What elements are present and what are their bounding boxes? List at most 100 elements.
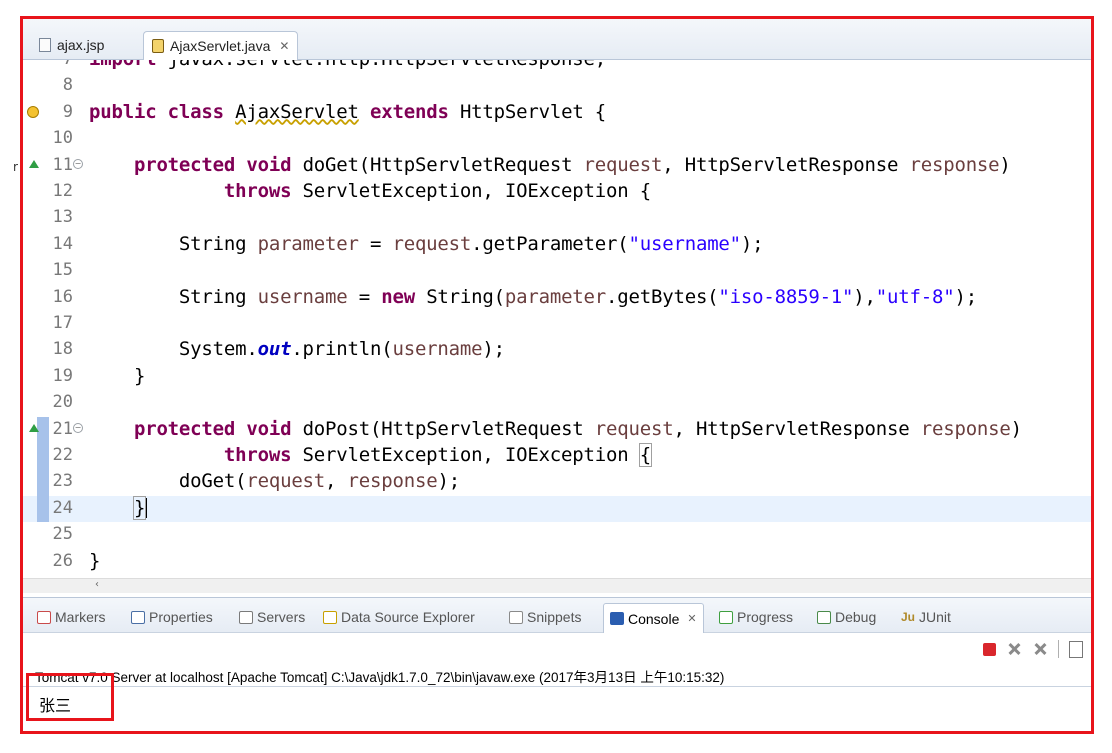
line-gutter: 12 xyxy=(23,179,87,205)
view-tab-label: JUnit xyxy=(919,609,951,625)
horizontal-scrollbar[interactable]: ‹ xyxy=(23,578,1091,593)
line-gutter: 22 xyxy=(23,443,87,470)
view-tab-bar: Markers Properties Servers Data Source Expl… xyxy=(23,598,1091,633)
clear-console-icon[interactable] xyxy=(1069,640,1083,658)
properties-icon xyxy=(131,610,145,624)
code-editor[interactable]: 7 import javax.servlet.http.HttpServletRe… xyxy=(23,60,1091,578)
code-line[interactable]: 10 xyxy=(23,126,1091,152)
side-glyph: r xyxy=(13,160,18,174)
code-line[interactable]: 9 public class AjaxServlet extends HttpSe… xyxy=(23,100,1091,126)
code-line[interactable]: 21− protected void doPost(HttpServletReq… xyxy=(23,416,1091,443)
view-tab-label: Properties xyxy=(149,609,213,625)
line-number: 7 xyxy=(39,60,73,69)
line-number: 17 xyxy=(52,313,73,333)
markers-icon xyxy=(37,610,51,624)
code-line[interactable]: 7 import javax.servlet.http.HttpServletRe… xyxy=(23,60,1091,73)
snippets-icon xyxy=(509,610,523,624)
code-line[interactable]: 8 xyxy=(23,73,1091,99)
line-gutter: 9 xyxy=(23,100,87,126)
line-gutter: 19 xyxy=(23,364,87,390)
tab-snippets[interactable]: Snippets xyxy=(509,606,581,628)
line-gutter: 10 xyxy=(23,126,87,152)
tab-debug[interactable]: Debug xyxy=(817,606,876,628)
remove-launch-icon[interactable] xyxy=(1006,641,1022,657)
line-number: 23 xyxy=(52,471,73,492)
code-line[interactable]: 12 throws ServletException, IOException … xyxy=(23,179,1091,205)
code-line[interactable]: 17 xyxy=(23,311,1091,337)
code-text: public class AjaxServlet extends HttpSer… xyxy=(89,100,607,123)
bottom-panel: Markers Properties Servers Data Source Expl… xyxy=(23,597,1091,731)
toolbar-separator xyxy=(1058,640,1059,658)
code-line[interactable]: 26} xyxy=(23,549,1091,575)
line-number: 9 xyxy=(62,101,73,122)
view-tab-label: Console xyxy=(628,610,680,627)
code-text: import javax.servlet.http.HttpServletRes… xyxy=(89,60,606,70)
code-line[interactable]: 23 doGet(request, response); xyxy=(23,469,1091,496)
line-gutter: 26 xyxy=(23,549,87,575)
code-text: System.out.println(username); xyxy=(89,338,505,361)
code-line[interactable]: 16 String username = new String(paramete… xyxy=(23,285,1091,311)
tab-servers[interactable]: Servers xyxy=(239,606,305,628)
close-icon[interactable]: ✕ xyxy=(279,39,289,53)
code-line[interactable]: 22 throws ServletException, IOException … xyxy=(23,443,1091,470)
view-tab-label: Snippets xyxy=(527,609,582,625)
console-process-title: Tomcat v7.0 Server at localhost [Apache … xyxy=(35,670,725,685)
code-text: } xyxy=(89,549,101,572)
code-line[interactable]: 19 } xyxy=(23,364,1091,390)
tab-label: AjaxServlet.java xyxy=(170,38,271,54)
code-text: throws ServletException, IOException { xyxy=(223,180,651,202)
fold-icon[interactable]: − xyxy=(73,422,83,433)
tab-ajaxservlet-java[interactable]: AjaxServlet.java ✕ xyxy=(143,31,299,60)
fold-icon[interactable]: − xyxy=(73,158,83,169)
code-line[interactable]: 15 xyxy=(23,258,1091,284)
line-gutter: 15 xyxy=(23,258,87,284)
line-number: 21 xyxy=(52,418,73,439)
close-icon[interactable]: ✕ xyxy=(687,612,696,625)
view-tab-label: Progress xyxy=(737,609,794,625)
code-text: String username = new String(parameter.g… xyxy=(89,285,977,308)
code-text: } xyxy=(132,495,148,520)
code-text: throws ServletException, IOException { xyxy=(223,443,653,467)
code-line[interactable]: 13 xyxy=(23,205,1091,231)
line-number: 14 xyxy=(52,233,73,254)
line-gutter: 11− xyxy=(23,153,87,179)
line-number: 18 xyxy=(52,339,73,360)
terminate-icon[interactable] xyxy=(983,642,996,656)
line-number: 10 xyxy=(52,128,73,149)
line-gutter: 17 xyxy=(23,311,87,337)
code-line[interactable]: 11− protected void doGet(HttpServletRequ… xyxy=(23,153,1091,179)
code-line[interactable]: 25 xyxy=(23,522,1091,548)
line-gutter: 25 xyxy=(23,522,87,548)
tab-ajax-jsp[interactable]: ajax.jsp xyxy=(31,31,112,59)
code-line[interactable]: 14 String parameter = request.getParamet… xyxy=(23,232,1091,258)
tab-data-source-explorer[interactable]: Data Source Explorer xyxy=(323,606,475,628)
line-gutter: 24 xyxy=(23,495,87,523)
line-number: 22 xyxy=(52,445,73,465)
tab-properties[interactable]: Properties xyxy=(131,606,213,628)
override-icon[interactable] xyxy=(29,159,39,168)
code-text: } xyxy=(89,364,146,387)
code-line[interactable]: 24 } xyxy=(23,495,1091,523)
scroll-left-icon[interactable]: ‹ xyxy=(95,579,99,590)
tab-console[interactable]: Console ✕ xyxy=(603,603,704,633)
code-line[interactable]: 20 xyxy=(23,390,1091,416)
line-number: 16 xyxy=(52,286,73,307)
tab-markers[interactable]: Markers xyxy=(37,606,106,628)
tab-junit[interactable]: Ju JUnit xyxy=(901,606,951,628)
remove-all-launches-icon[interactable] xyxy=(1032,641,1048,657)
override-icon[interactable] xyxy=(29,423,39,432)
junit-icon: Ju xyxy=(901,610,916,624)
tab-label: ajax.jsp xyxy=(57,37,105,53)
line-number: 25 xyxy=(52,524,73,545)
java-file-icon xyxy=(152,39,164,53)
line-number: 19 xyxy=(52,365,73,386)
warning-icon[interactable] xyxy=(27,105,39,118)
view-tab-label: Servers xyxy=(257,609,306,625)
line-gutter: 18 xyxy=(23,337,87,363)
line-gutter: 23 xyxy=(23,469,87,496)
console-icon xyxy=(610,612,624,625)
code-line[interactable]: 18 System.out.println(username); xyxy=(23,337,1091,363)
line-number: 26 xyxy=(52,550,73,571)
tab-progress[interactable]: Progress xyxy=(719,606,793,628)
line-gutter: 14 xyxy=(23,232,87,258)
